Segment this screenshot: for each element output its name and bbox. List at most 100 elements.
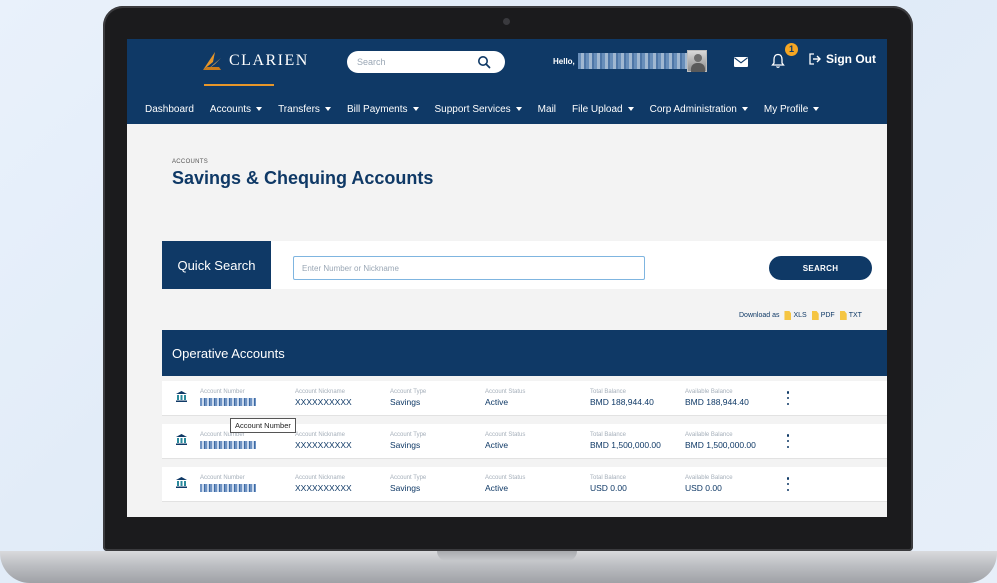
brand-underline [204,84,274,86]
file-icon [839,311,847,320]
account-nickname: XXXXXXXXXX [295,483,352,493]
brand-logo[interactable]: CLARIEN [201,48,309,74]
account-nickname: XXXXXXXXXX [295,440,352,450]
nav-transfers[interactable]: Transfers [278,104,331,115]
camera [503,18,510,25]
available-balance: BMD 1,500,000.00 [685,440,756,450]
account-type: Savings [390,440,421,450]
nav-label: File Upload [572,103,623,115]
clarien-logo-icon [203,52,221,70]
download-options: Download as XLS PDF TXT [739,311,862,320]
account-status-cell: Account Status Active [485,474,525,494]
more-options-icon[interactable] [786,434,790,448]
nav-file-upload[interactable]: File Upload [572,104,634,115]
available-balance: USD 0.00 [685,483,722,493]
file-icon [811,311,819,320]
app-screen: CLARIEN Hello, 1 [127,39,887,517]
nav-label: Support Services [434,103,511,115]
download-txt[interactable]: TXT [839,311,862,320]
account-status: Active [485,440,509,450]
nav-my-profile[interactable]: My Profile [763,103,820,115]
quick-search-input[interactable] [293,256,645,280]
account-number-redacted [200,484,256,492]
nav-accounts[interactable]: Accounts [209,103,263,115]
more-options-icon[interactable] [786,477,790,491]
available-balance-cell: Available Balance BMD 188,944.40 [685,388,749,408]
laptop-notch [437,551,577,561]
column-label: Available Balance [685,389,733,395]
bell-icon[interactable] [771,53,785,69]
quick-search-label: Quick Search [162,241,271,289]
global-search-input[interactable] [357,57,477,67]
nav-mail[interactable]: Mail [538,104,556,115]
account-row[interactable]: Account Number Account Nickname XXXXXXXXX… [162,381,887,416]
account-type-cell: Account Type Savings [390,431,426,451]
column-label: Account Type [390,432,427,438]
account-type-cell: Account Type Savings [390,388,426,408]
download-xls[interactable]: XLS [784,311,807,320]
nav-label: My Profile [763,103,809,115]
breadcrumb[interactable]: ACCOUNTS [172,159,208,165]
account-status: Active [485,483,509,493]
avatar[interactable] [687,50,707,72]
nav-label: Accounts [209,103,252,115]
nav-label: Transfers [278,103,320,115]
quick-search-bar: SEARCH [271,241,887,289]
account-type: Savings [390,397,421,407]
more-options-icon[interactable] [786,391,790,405]
sign-out-icon [809,53,821,65]
column-label: Account Nickname [295,475,346,481]
download-format: TXT [848,312,862,319]
available-balance: BMD 188,944.40 [685,397,749,407]
mail-icon[interactable] [734,57,748,67]
avatar-head [694,54,702,62]
nav-label: Mail [537,103,557,115]
bank-icon [176,477,187,488]
available-balance-cell: Available Balance BMD 1,500,000.00 [685,431,756,451]
column-label: Total Balance [590,475,627,481]
column-label: Available Balance [685,475,733,481]
total-balance-cell: Total Balance USD 0.00 [590,474,627,494]
nav-dashboard[interactable]: Dashboard [145,104,194,115]
account-number-cell[interactable]: Account Number [200,474,256,492]
search-icon[interactable] [477,55,491,69]
user-name-redacted [577,53,690,69]
nav-support-services[interactable]: Support Services [435,104,522,115]
sign-out-button[interactable]: Sign Out [809,52,876,66]
download-pdf[interactable]: PDF [811,311,835,320]
column-label: Account Status [485,432,526,438]
account-type-cell: Account Type Savings [390,474,426,494]
chevron-down-icon [324,107,331,111]
page-title: Savings & Chequing Accounts [172,168,434,188]
sign-out-label: Sign Out [826,52,876,66]
top-bar: CLARIEN Hello, 1 [127,39,887,124]
chevron-down-icon [412,107,419,111]
chevron-down-icon [256,107,263,111]
column-label: Account Number [200,475,245,481]
global-search[interactable] [347,51,505,73]
account-nickname-cell: Account Nickname XXXXXXXXXX [295,431,352,451]
brand-name: CLARIEN [229,52,309,69]
nav-bill-payments[interactable]: Bill Payments [347,104,419,115]
chevron-down-icon [813,107,820,111]
account-type: Savings [390,483,421,493]
account-number-cell[interactable]: Account Number [200,431,256,449]
nav-label: Bill Payments [346,103,408,115]
account-number-cell[interactable]: Account Number [200,388,256,406]
total-balance-cell: Total Balance BMD 1,500,000.00 [590,431,661,451]
nav-corp-administration[interactable]: Corp Administration [650,104,748,115]
chevron-down-icon [515,107,522,111]
chevron-down-icon [627,107,634,111]
section-title: Operative Accounts [162,330,887,376]
search-button[interactable]: SEARCH [769,256,872,280]
account-row[interactable]: Account Number Account Nickname XXXXXXXXX… [162,467,887,502]
download-format: XLS [793,312,807,319]
user-greeting: Hello, [553,53,690,69]
column-label: Available Balance [685,432,733,438]
account-nickname-cell: Account Nickname XXXXXXXXXX [295,388,352,408]
account-nickname: XXXXXXXXXX [295,397,352,407]
column-label: Account Nickname [295,432,346,438]
total-balance: BMD 1,500,000.00 [590,440,661,450]
account-nickname-cell: Account Nickname XXXXXXXXXX [295,474,352,494]
column-label: Account Type [390,389,427,395]
